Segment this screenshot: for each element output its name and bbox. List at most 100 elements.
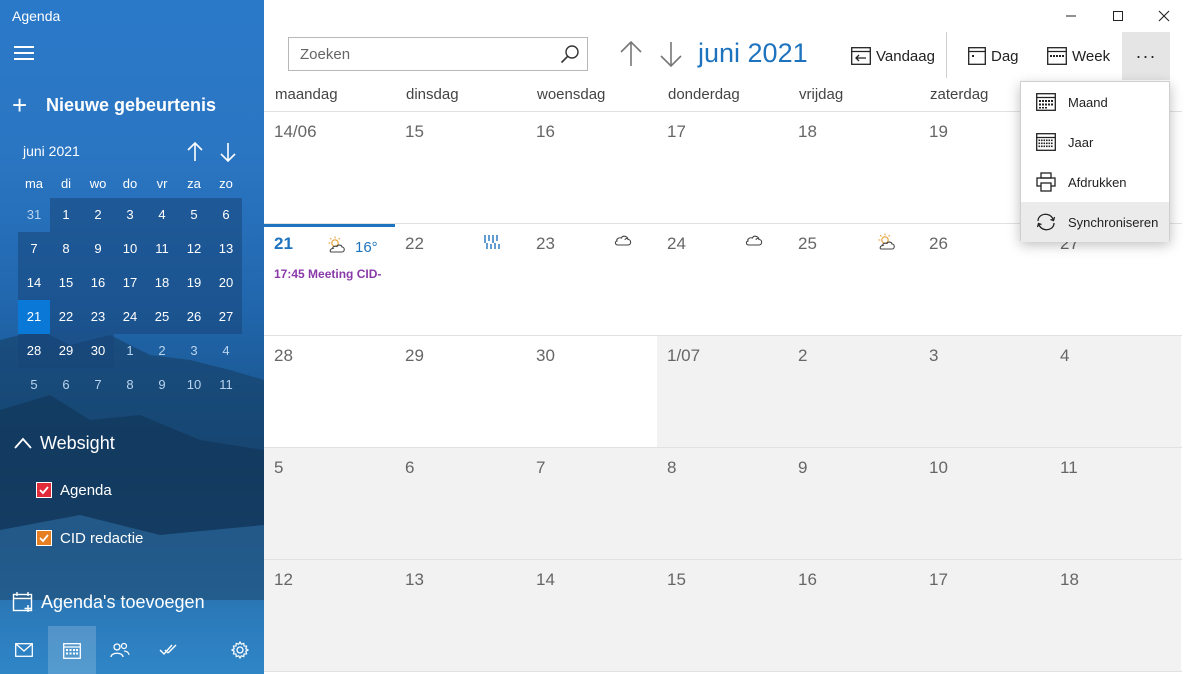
mini-calendar-day[interactable]: 6 bbox=[50, 368, 82, 402]
day-cell[interactable]: 15 bbox=[657, 560, 788, 671]
mini-calendar-day[interactable]: 5 bbox=[18, 368, 50, 402]
day-cell[interactable]: 7 bbox=[526, 448, 657, 559]
mini-calendar-day[interactable]: 3 bbox=[178, 334, 210, 368]
mini-calendar-day[interactable]: 5 bbox=[178, 198, 210, 232]
week-view-button[interactable]: Week bbox=[1047, 40, 1110, 72]
mini-calendar-day[interactable]: 10 bbox=[178, 368, 210, 402]
calendar-toggle-cid-redactie[interactable]: CID redactie bbox=[36, 526, 143, 550]
mini-calendar-day[interactable]: 19 bbox=[178, 266, 210, 300]
people-button[interactable] bbox=[96, 626, 144, 674]
calendar-event[interactable]: 17:45 Meeting CID- bbox=[274, 267, 388, 281]
day-cell[interactable]: 6 bbox=[395, 448, 526, 559]
day-cell[interactable]: 28 bbox=[264, 336, 395, 447]
more-options-button[interactable]: ··· bbox=[1122, 32, 1170, 80]
maximize-button[interactable] bbox=[1095, 0, 1141, 32]
mini-calendar-day[interactable]: 4 bbox=[210, 334, 242, 368]
mini-calendar-day[interactable]: 15 bbox=[50, 266, 82, 300]
day-cell[interactable]: 14 bbox=[526, 560, 657, 671]
mini-calendar-day[interactable]: 14 bbox=[18, 266, 50, 300]
menu-item-jaar[interactable]: Jaar bbox=[1021, 122, 1169, 162]
mini-calendar-day[interactable]: 2 bbox=[82, 198, 114, 232]
mini-calendar-day[interactable]: 31 bbox=[18, 198, 50, 232]
previous-month-button[interactable] bbox=[618, 40, 644, 68]
mini-calendar-day[interactable]: 20 bbox=[210, 266, 242, 300]
day-cell[interactable]: 3 bbox=[919, 336, 1050, 447]
search-input[interactable] bbox=[289, 39, 553, 69]
day-cell[interactable]: 25 bbox=[788, 224, 919, 335]
day-cell[interactable]: 17 bbox=[919, 560, 1050, 671]
mini-calendar-day[interactable]: 17 bbox=[114, 266, 146, 300]
today-button[interactable]: Vandaag bbox=[851, 40, 935, 72]
day-cell[interactable]: 29 bbox=[395, 336, 526, 447]
calendar-button[interactable] bbox=[48, 626, 96, 674]
mini-calendar-day[interactable]: 18 bbox=[146, 266, 178, 300]
settings-button[interactable] bbox=[216, 626, 264, 674]
day-cell[interactable]: 24 bbox=[657, 224, 788, 335]
calendar-toggle-agenda[interactable]: Agenda bbox=[36, 478, 112, 502]
todo-button[interactable] bbox=[144, 626, 192, 674]
day-cell[interactable]: 18 bbox=[1050, 560, 1181, 671]
close-button[interactable] bbox=[1141, 0, 1187, 32]
day-cell[interactable]: 30 bbox=[526, 336, 657, 447]
mini-calendar-day[interactable]: 9 bbox=[82, 232, 114, 266]
day-cell[interactable]: 14/06 bbox=[264, 112, 395, 223]
search-button[interactable] bbox=[553, 38, 587, 70]
mini-calendar-day[interactable]: 21 bbox=[18, 300, 50, 334]
add-calendars-button[interactable]: Agenda's toevoegen bbox=[12, 588, 205, 616]
mini-calendar-day[interactable]: 30 bbox=[82, 334, 114, 368]
day-cell[interactable]: 11 bbox=[1050, 448, 1181, 559]
day-cell[interactable]: 12 bbox=[264, 560, 395, 671]
mini-calendar-day[interactable]: 10 bbox=[114, 232, 146, 266]
mini-calendar-day[interactable]: 23 bbox=[82, 300, 114, 334]
mini-calendar-day[interactable]: 4 bbox=[146, 198, 178, 232]
day-cell[interactable]: 1/07 bbox=[657, 336, 788, 447]
day-cell[interactable]: 2 bbox=[788, 336, 919, 447]
menu-item-maand[interactable]: Maand bbox=[1021, 82, 1169, 122]
checkbox-icon[interactable] bbox=[36, 482, 52, 498]
menu-item-afdrukken[interactable]: Afdrukken bbox=[1021, 162, 1169, 202]
mini-calendar-day[interactable]: 8 bbox=[50, 232, 82, 266]
day-cell[interactable]: 15 bbox=[395, 112, 526, 223]
day-cell[interactable]: 16 bbox=[788, 560, 919, 671]
mini-calendar-day[interactable]: 3 bbox=[114, 198, 146, 232]
day-cell[interactable]: 5 bbox=[264, 448, 395, 559]
mini-calendar-day[interactable]: 12 bbox=[178, 232, 210, 266]
mini-calendar-day[interactable]: 1 bbox=[50, 198, 82, 232]
hamburger-menu-button[interactable] bbox=[14, 46, 34, 62]
mini-calendar-day[interactable]: 11 bbox=[210, 368, 242, 402]
mini-calendar-day[interactable]: 6 bbox=[210, 198, 242, 232]
mini-calendar-day[interactable]: 9 bbox=[146, 368, 178, 402]
mail-button[interactable] bbox=[0, 626, 48, 674]
mini-calendar-day[interactable]: 28 bbox=[18, 334, 50, 368]
day-cell[interactable]: 4 bbox=[1050, 336, 1181, 447]
mini-calendar-day[interactable]: 13 bbox=[210, 232, 242, 266]
mini-calendar-day[interactable]: 16 bbox=[82, 266, 114, 300]
current-month-title[interactable]: juni 2021 bbox=[698, 38, 808, 69]
account-group-websight[interactable]: Websight bbox=[14, 430, 115, 456]
mini-calendar-day[interactable]: 25 bbox=[146, 300, 178, 334]
mini-calendar-day[interactable]: 29 bbox=[50, 334, 82, 368]
menu-item-synchroniseren[interactable]: Synchroniseren bbox=[1021, 202, 1169, 242]
mini-calendar-previous-button[interactable] bbox=[186, 141, 204, 163]
mini-calendar-day[interactable]: 8 bbox=[114, 368, 146, 402]
day-cell[interactable]: 18 bbox=[788, 112, 919, 223]
new-event-button[interactable]: + Nieuwe gebeurtenis bbox=[12, 90, 216, 120]
day-cell[interactable]: 10 bbox=[919, 448, 1050, 559]
mini-calendar-day[interactable]: 11 bbox=[146, 232, 178, 266]
day-cell[interactable]: 8 bbox=[657, 448, 788, 559]
day-cell[interactable]: 13 bbox=[395, 560, 526, 671]
mini-calendar-next-button[interactable] bbox=[219, 141, 237, 163]
day-cell[interactable]: 9 bbox=[788, 448, 919, 559]
mini-calendar-day[interactable]: 24 bbox=[114, 300, 146, 334]
checkbox-icon[interactable] bbox=[36, 530, 52, 546]
day-cell[interactable]: 21 16° 17:45 Meeting CID- bbox=[264, 224, 395, 335]
mini-calendar-day[interactable]: 27 bbox=[210, 300, 242, 334]
mini-calendar-day[interactable]: 1 bbox=[114, 334, 146, 368]
mini-calendar-day[interactable]: 22 bbox=[50, 300, 82, 334]
mini-calendar-day[interactable]: 26 bbox=[178, 300, 210, 334]
mini-calendar-day[interactable]: 7 bbox=[82, 368, 114, 402]
day-cell[interactable]: 17 bbox=[657, 112, 788, 223]
day-cell[interactable]: 23 bbox=[526, 224, 657, 335]
mini-calendar-day[interactable]: 7 bbox=[18, 232, 50, 266]
day-view-button[interactable]: Dag bbox=[968, 40, 1019, 72]
